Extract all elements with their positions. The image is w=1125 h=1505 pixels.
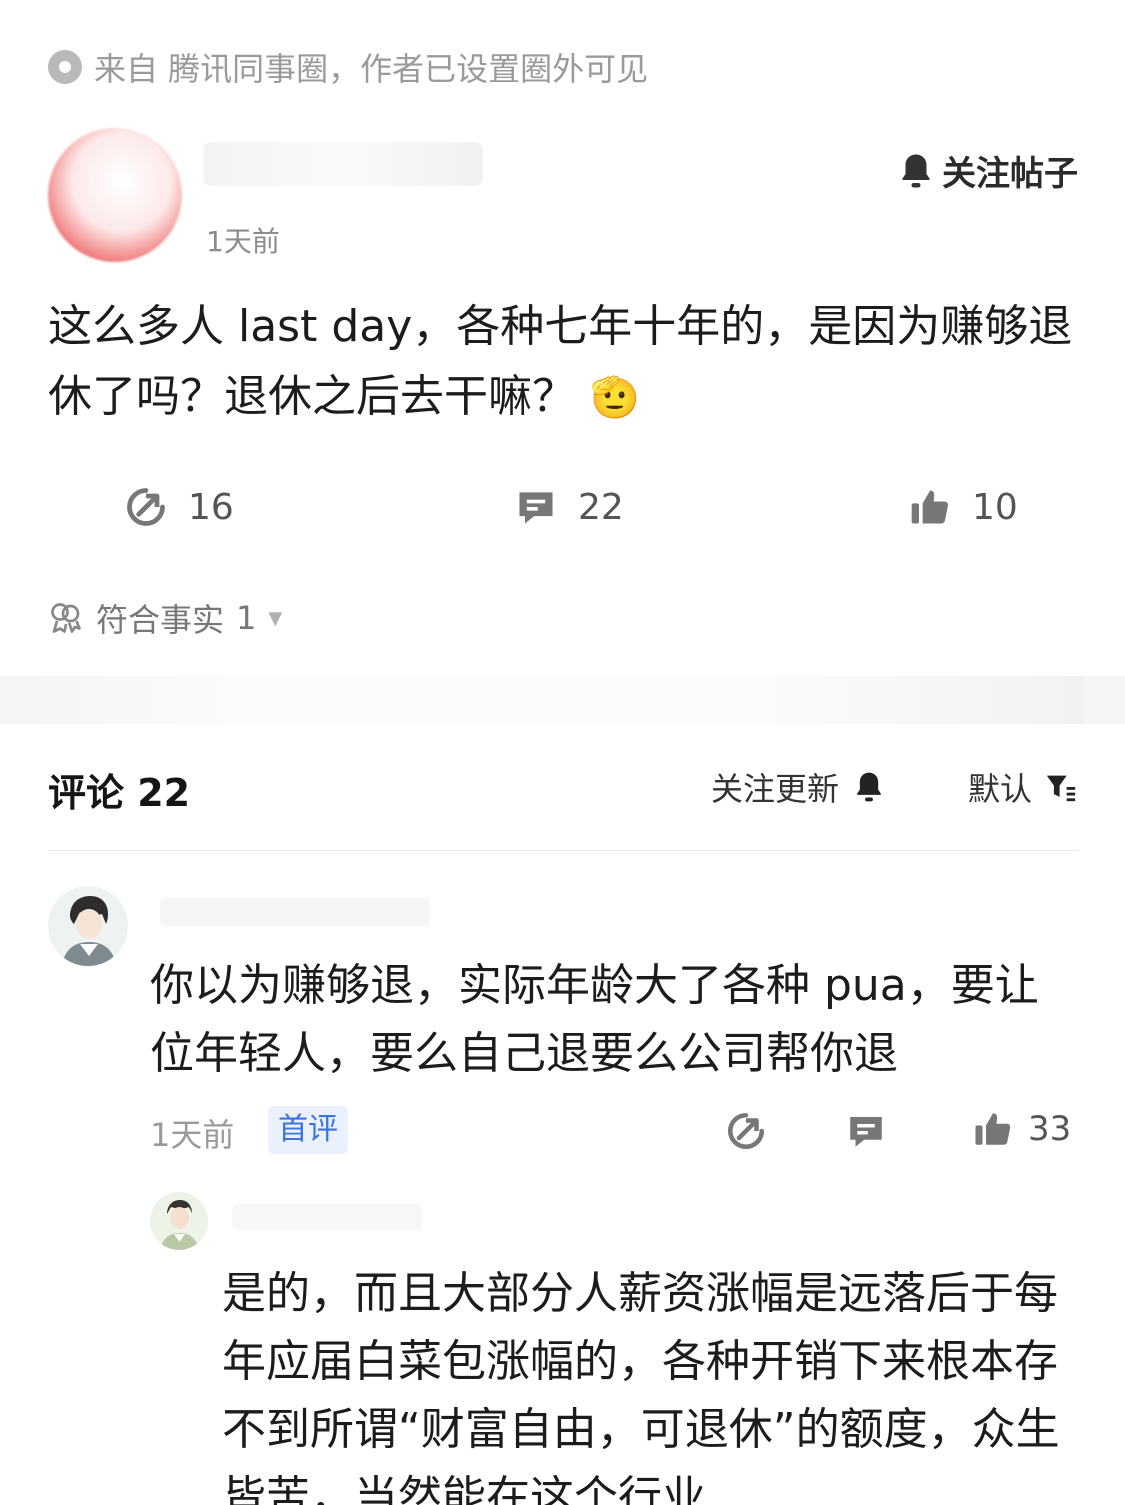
follow-post-label: 关注帖子 [942,154,1078,194]
sort-button[interactable]: 默认 [968,764,1078,810]
like-button[interactable]: 10 [908,485,1018,529]
fact-check-button[interactable]: 符合事实 1 ▼ [48,595,282,641]
commenter-name-blurred[interactable] [160,898,430,926]
post-text: 这么多人 last day，各种七年十年的，是因为赚够退休了吗？退休之后去干嘛？ [48,301,1073,422]
fact-count: 1 [236,599,257,637]
comment-count: 22 [578,486,624,528]
share-icon [127,488,165,526]
header-divider [48,850,1078,851]
replier-avatar[interactable] [150,1192,208,1250]
person-avatar-icon [150,1192,208,1250]
comment-time: 1天前 [150,1116,235,1154]
comment-button[interactable]: 22 [514,485,624,529]
sort-label: 默认 [967,770,1032,808]
first-comment-badge: 首评 [268,1106,348,1154]
comment-like-button[interactable]: 33 [972,1108,1071,1150]
share-count: 16 [188,486,234,528]
follow-updates-label: 关注更新 [711,770,840,808]
salute-emoji-icon: 🫡 [590,375,640,421]
comments-title: 评论 22 [48,771,191,815]
fact-label: 符合事实 [96,601,225,639]
commenter-avatar[interactable] [48,886,128,966]
comment-like-count: 33 [1028,1109,1072,1149]
post-content: 这么多人 last day，各种七年十年的，是因为赚够退休了吗？退休之后去干嘛？… [48,292,1078,433]
author-name-blurred[interactable] [203,142,483,186]
post-action-bar: 16 22 10 [0,485,1125,545]
source-text: 来自 腾讯同事圈，作者已设置圈外可见 [94,50,649,88]
comment-share-button[interactable] [725,1110,767,1156]
badge-check-icon [51,603,81,633]
thumbs-up-icon [975,1113,1011,1145]
bell-icon [857,772,881,802]
replier-name-blurred[interactable] [232,1204,422,1230]
person-avatar-icon [48,886,128,966]
comment-text: 你以为赚够退，实际年龄大了各种 pua，要让位年轻人，要么自己退要么公司帮你退 [150,960,1039,1079]
author-avatar[interactable] [48,128,182,262]
reply-text: 是的，而且大部分人薪资涨幅是远落后于每年应届白菜包涨幅的，各种开销下来根本存不到… [222,1268,1060,1505]
comment-icon [850,1117,882,1147]
share-button[interactable]: 16 [124,485,234,529]
thumbs-up-icon [911,490,949,524]
section-divider [0,676,1125,724]
share-icon [728,1112,765,1149]
follow-updates-button[interactable]: 关注更新 [711,764,885,810]
follow-post-button[interactable]: 关注帖子 [898,146,1078,195]
filter-sort-icon [1046,775,1076,802]
comment-icon [519,492,553,524]
circle-dot-icon [48,50,82,84]
post-time: 1天前 [206,225,280,258]
post-author-row: 1天前 关注帖子 [48,128,1078,268]
comment-reply-button[interactable] [845,1110,887,1156]
caret-down-icon: ▼ [268,607,283,629]
like-count: 10 [972,486,1018,528]
comment-meta-row: 1天前 首评 33 [150,1104,1075,1156]
source-row: 来自 腾讯同事圈，作者已设置圈外可见 [48,44,648,90]
comments-header: 评论 22 关注更新 默认 [48,762,1078,818]
bell-icon [902,154,930,187]
